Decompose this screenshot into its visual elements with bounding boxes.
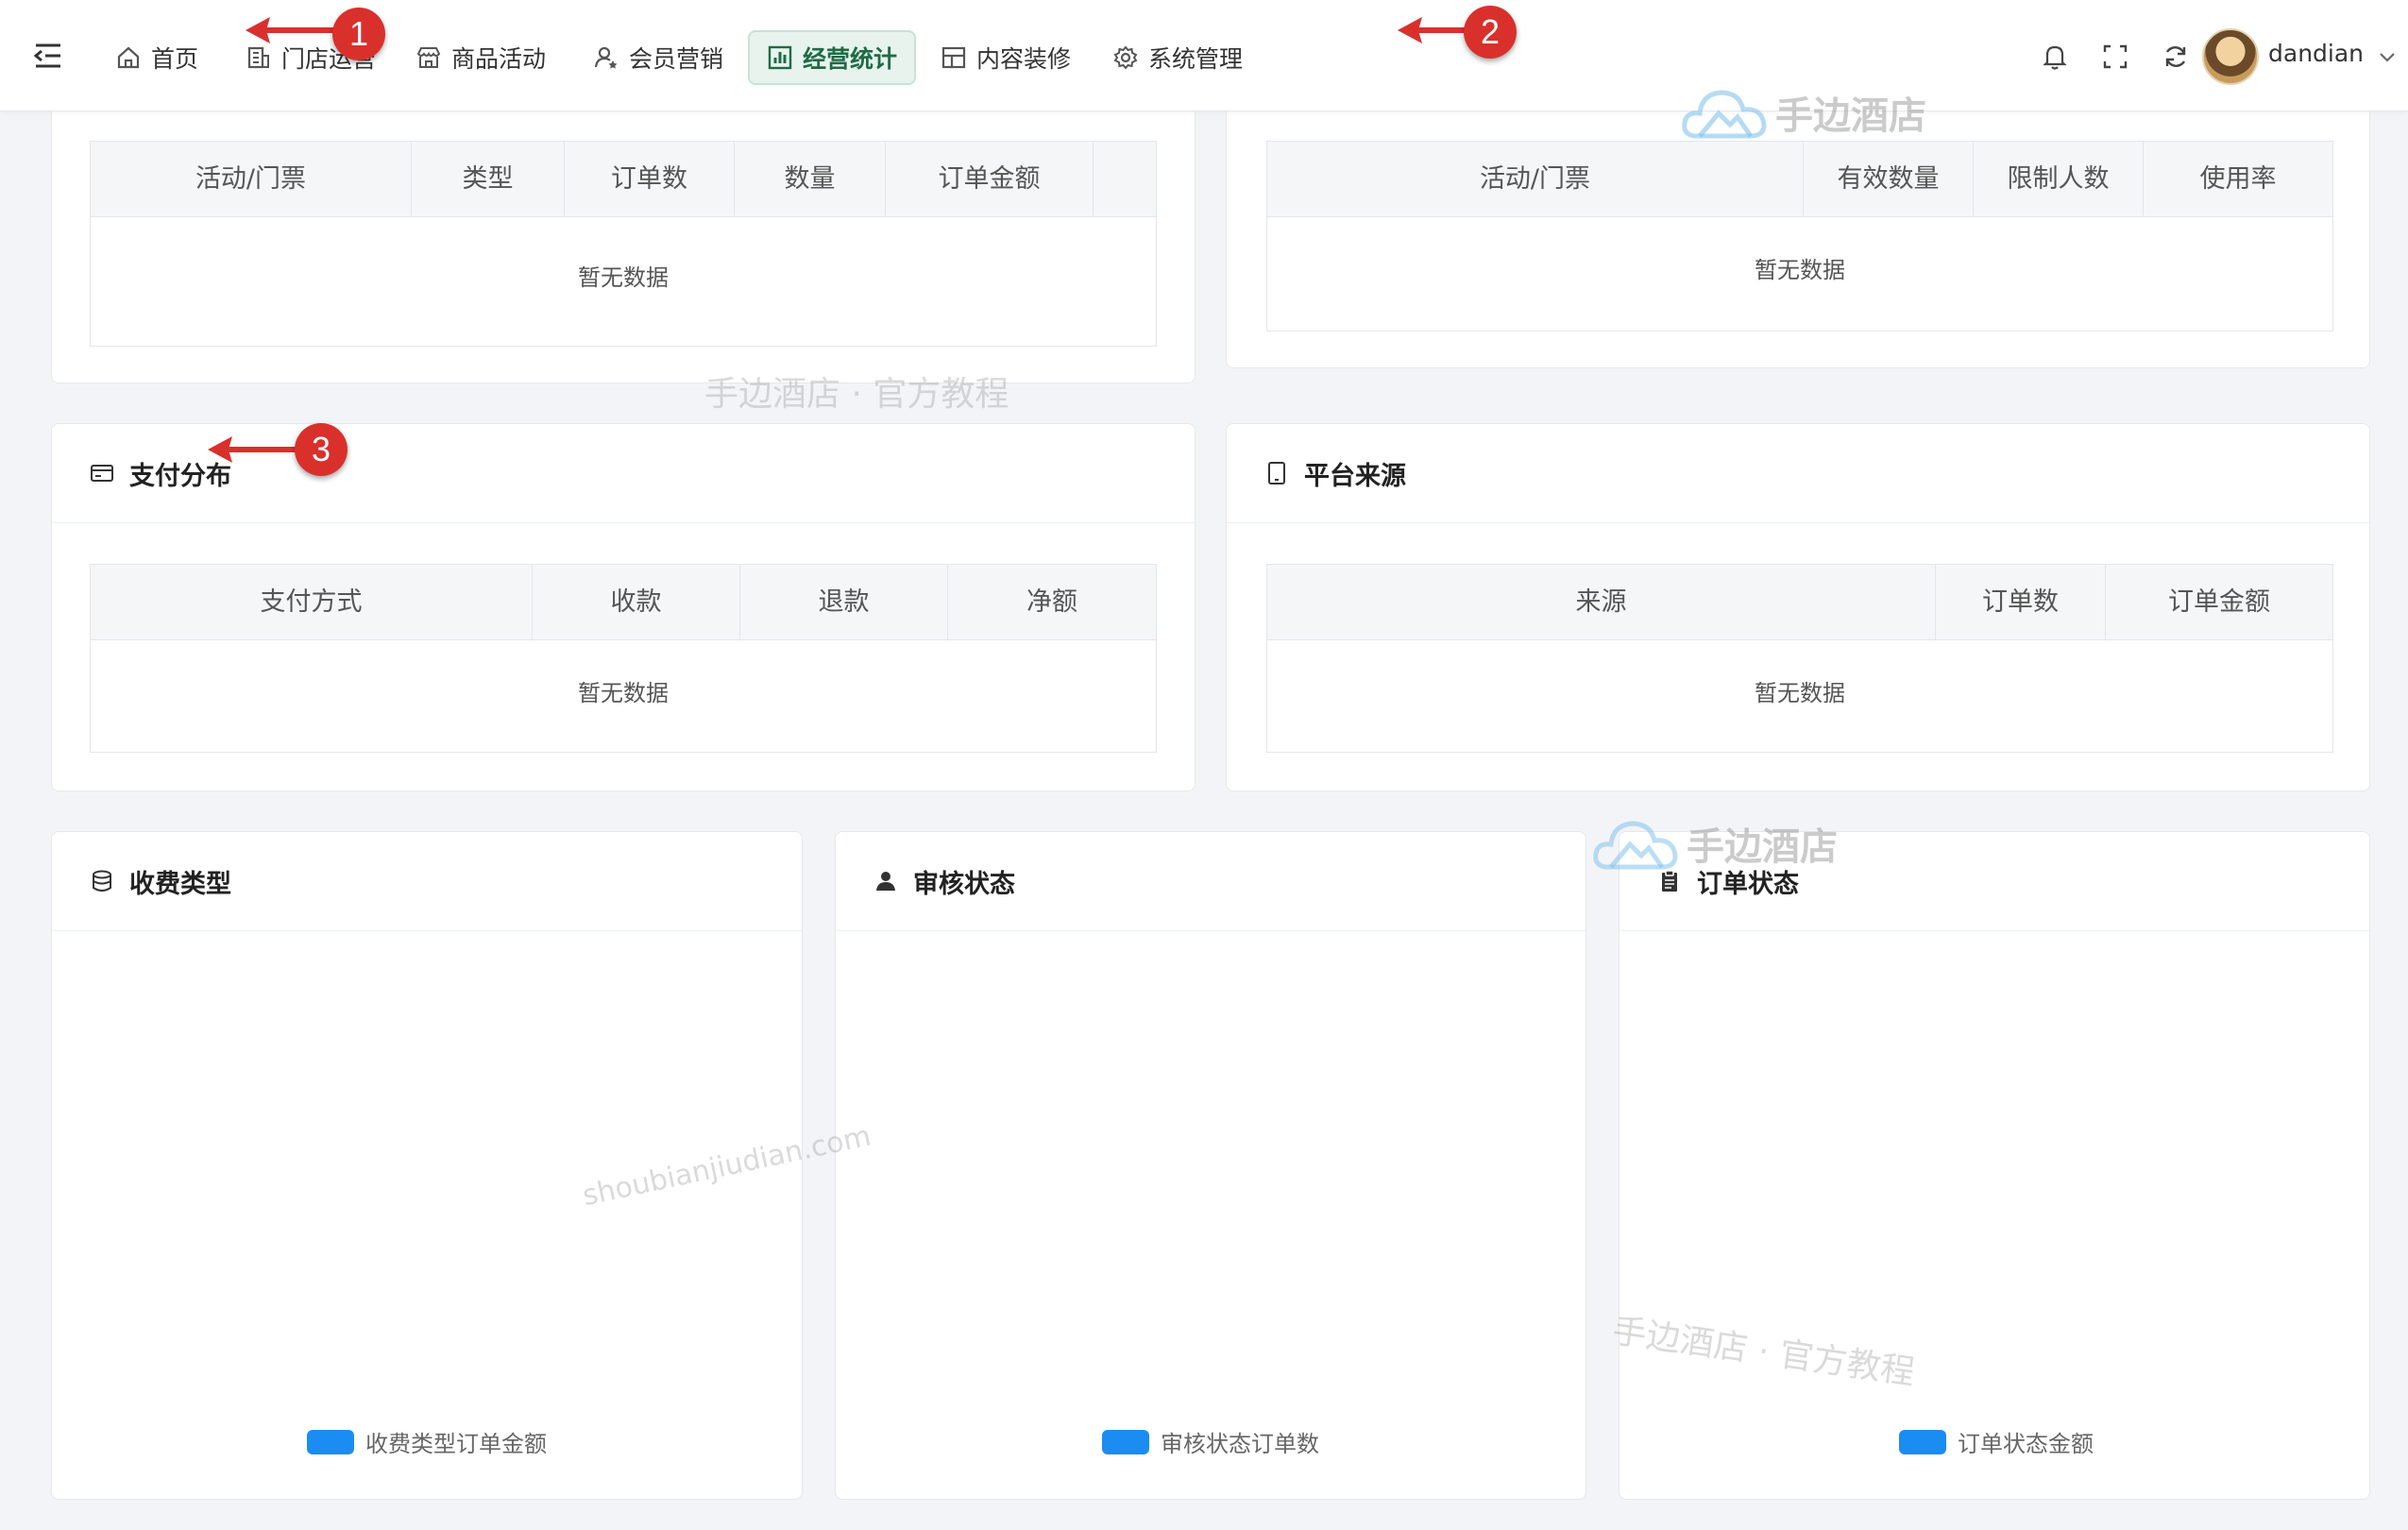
nav-system-management[interactable]: 系统管理 <box>1097 30 1258 85</box>
avatar[interactable] <box>2202 28 2259 85</box>
nav-member-marketing-label: 会员营销 <box>629 45 724 73</box>
column-header: 订单数 <box>565 142 735 217</box>
tagline-watermark: 手边酒店 · 官方教程 <box>704 375 1009 414</box>
brand-watermark-text: 手边酒店 <box>1687 825 1838 869</box>
card-header: 平台来源 <box>1227 424 2369 523</box>
store-building-icon <box>247 46 269 69</box>
card-title: 审核状态 <box>913 869 1015 899</box>
nav-business-statistics-label: 经营统计 <box>803 45 898 73</box>
credit-card-icon <box>91 465 113 482</box>
fullscreen-icon[interactable] <box>2100 42 2130 72</box>
username[interactable]: dandian <box>2268 40 2364 67</box>
legend-label: 收费类型订单金额 <box>365 1431 547 1457</box>
nav-home-label: 首页 <box>151 45 199 73</box>
activity-ticket-table: 活动/门票 类型 订单数 数量 订单金额 暂无数据 <box>90 141 1157 347</box>
annotation-arrow <box>208 436 298 463</box>
tablet-icon <box>1268 462 1285 484</box>
layout-icon <box>941 46 966 69</box>
database-icon <box>93 870 111 892</box>
user-icon <box>876 872 895 891</box>
empty-state-text: 暂无数据 <box>1755 680 1845 706</box>
brand-watermark: 手边酒店 <box>1592 812 1838 875</box>
chart-legend[interactable]: 订单状态金额 <box>1899 1425 2094 1458</box>
chart-legend[interactable]: 审核状态订单数 <box>1102 1425 1319 1458</box>
payment-distribution-card: 支付分布 支付方式 收款 退款 净额 暂无数据 <box>51 423 1196 791</box>
column-header: 订单数 <box>1936 565 2106 640</box>
column-header: 数量 <box>735 142 886 217</box>
platform-table: 来源 订单数 订单金额 暂无数据 <box>1266 564 2333 753</box>
column-header: 订单金额 <box>2168 587 2270 617</box>
nav-product-activity[interactable]: 商品活动 <box>400 30 561 85</box>
annotation-marker: 3 <box>295 423 348 476</box>
column-header: 收款 <box>533 565 740 640</box>
nav-system-management-label: 系统管理 <box>1148 45 1244 73</box>
collapse-menu-icon[interactable] <box>32 40 64 72</box>
nav-home[interactable]: 首页 <box>100 30 213 85</box>
legend-swatch <box>307 1429 354 1454</box>
refresh-icon[interactable] <box>2161 42 2191 72</box>
card-header: 审核状态 <box>836 832 1586 931</box>
legend-label: 订单状态金额 <box>1958 1431 2094 1457</box>
nav-content-decoration[interactable]: 内容装修 <box>925 30 1086 85</box>
column-header: 净额 <box>1026 587 1077 617</box>
cloud-mountain-icon <box>1593 821 1678 870</box>
nav-content-decoration-label: 内容装修 <box>976 45 1072 73</box>
nav-member-marketing[interactable]: 会员营销 <box>578 30 738 85</box>
column-header: 使用率 <box>2199 164 2277 194</box>
brand-watermark: 手边酒店 <box>1681 81 1926 144</box>
nav-product-activity-label: 商品活动 <box>451 45 547 73</box>
table-header: 支付方式 收款 退款 净额 <box>91 565 1156 640</box>
brand-watermark-text: 手边酒店 <box>1775 94 1926 138</box>
empty-state-text: 暂无数据 <box>1755 257 1845 283</box>
legend-swatch <box>1102 1429 1149 1454</box>
annotation-arrow <box>246 17 336 43</box>
column-header: 来源 <box>1267 565 1936 640</box>
card-header: 收费类型 <box>52 832 802 931</box>
table-header: 活动/门票 有效数量 限制人数 使用率 <box>1267 142 2332 217</box>
chevron-down-icon[interactable] <box>2378 47 2397 66</box>
legend-swatch <box>1899 1429 1946 1454</box>
card-title: 收费类型 <box>129 869 231 899</box>
nav-business-statistics[interactable]: 经营统计 <box>748 30 917 85</box>
empty-state-text: 暂无数据 <box>578 680 669 706</box>
home-icon <box>117 46 140 69</box>
column-header: 退款 <box>740 565 948 640</box>
payment-table: 支付方式 收款 退款 净额 暂无数据 <box>90 564 1157 753</box>
legend-label: 审核状态订单数 <box>1161 1431 1319 1457</box>
column-header: 活动/门票 <box>1267 142 1804 217</box>
column-header: 有效数量 <box>1804 142 1974 217</box>
column-header: 活动/门票 <box>91 142 412 217</box>
order-status-chart-card: 订单状态 订单状态金额 <box>1619 831 2370 1500</box>
bell-icon[interactable] <box>2040 42 2070 72</box>
table-header: 活动/门票 类型 订单数 数量 订单金额 <box>91 142 1156 217</box>
activity-ticket-card: 活动/门票 类型 订单数 数量 订单金额 暂无数据 <box>51 76 1196 383</box>
chart-legend[interactable]: 收费类型订单金额 <box>307 1425 547 1458</box>
column-header: 订单金额 <box>886 142 1094 217</box>
platform-source-card: 平台来源 来源 订单数 订单金额 暂无数据 <box>1226 423 2370 791</box>
column-header-spacer <box>1094 142 1156 217</box>
column-header: 支付方式 <box>91 565 533 640</box>
annotation-marker: 1 <box>332 8 385 60</box>
shop-icon <box>416 47 441 68</box>
gear-icon <box>1113 45 1138 70</box>
empty-state-text: 暂无数据 <box>578 264 669 291</box>
ticket-usage-table: 活动/门票 有效数量 限制人数 使用率 暂无数据 <box>1266 141 2333 332</box>
card-title: 平台来源 <box>1304 461 1406 491</box>
cloud-mountain-icon <box>1682 90 1767 139</box>
annotation-marker: 2 <box>1464 6 1517 59</box>
member-icon <box>594 46 618 69</box>
table-header: 来源 订单数 订单金额 <box>1267 565 2332 640</box>
column-header: 类型 <box>412 142 565 217</box>
bar-chart-icon <box>768 45 792 70</box>
column-header: 限制人数 <box>1974 142 2144 217</box>
review-status-chart-card: 审核状态 审核状态订单数 <box>835 831 1586 1500</box>
